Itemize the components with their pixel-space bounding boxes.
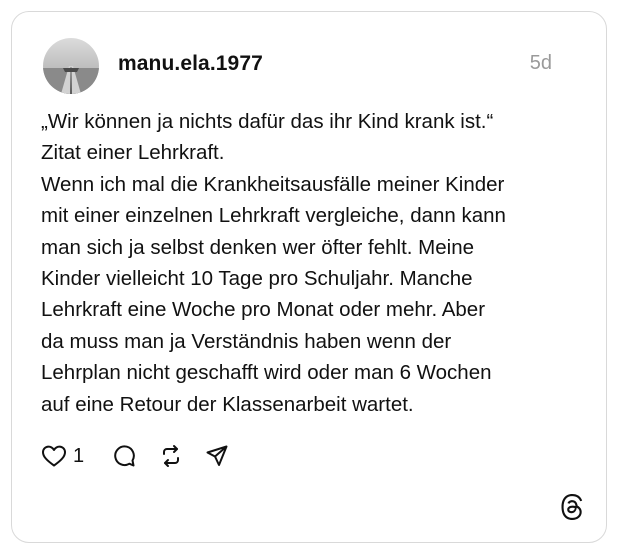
heart-icon (42, 445, 66, 467)
post-body-line: „Wir können ja nichts dafür das ihr Kind… (41, 110, 494, 133)
avatar[interactable] (43, 38, 99, 94)
post-timestamp: 5d (529, 52, 552, 74)
post-card: manu.ela.1977 5d „Wir können ja nichts d… (11, 11, 607, 543)
like-button[interactable]: 1 (41, 444, 84, 468)
avatar-image (43, 38, 99, 94)
post-actions: 1 (41, 442, 230, 470)
repost-icon (163, 445, 180, 467)
post-body-line: da muss man ja Verständnis haben wenn de… (41, 329, 452, 353)
share-icon (206, 445, 228, 466)
post-body-line: Lehrkraft eine Woche pro Monat oder mehr… (41, 298, 486, 322)
post-body: „Wir können ja nichts dafür das ihr Kind… (41, 106, 593, 420)
post-body-line: Wenn ich mal die Krankheitsausfälle mein… (41, 172, 505, 196)
share-button[interactable] (204, 443, 230, 469)
post-body-line: man sich ja selbst denken wer öfter fehl… (41, 235, 474, 259)
post-body-line: mit einer einzelnen Lehrkraft vergleiche… (41, 204, 506, 228)
comment-button[interactable] (112, 444, 136, 468)
post-body-line: auf eine Retour der Klassenarbeit wartet… (41, 392, 414, 416)
threads-logo-icon[interactable] (560, 494, 584, 525)
post-body-line: Lehrplan nicht geschafft wird oder man 6… (41, 361, 492, 385)
post-body-line: Zitat einer Lehrkraft. (41, 141, 225, 165)
post-body-line: Kinder vielleicht 10 Tage pro Schuljahr.… (41, 267, 473, 291)
username[interactable]: manu.ela.1977 (118, 52, 263, 76)
repost-button[interactable] (158, 443, 184, 469)
comment-icon (114, 445, 135, 467)
like-count: 1 (73, 444, 85, 467)
